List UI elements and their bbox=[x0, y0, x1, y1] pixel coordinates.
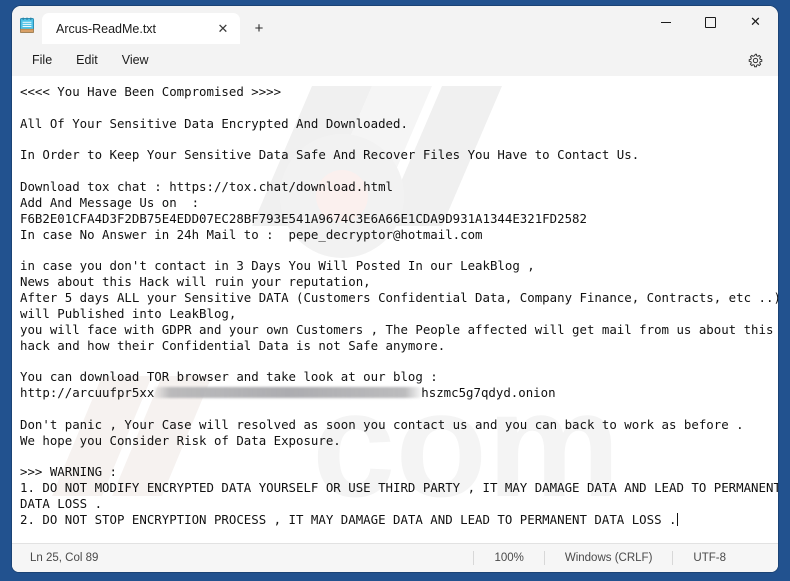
text-line: Don't panic , Your Case will resolved as… bbox=[20, 417, 778, 433]
status-bar: Ln 25, Col 89 100% Windows (CRLF) UTF-8 bbox=[12, 543, 778, 572]
text-line: in case you don't contact in 3 Days You … bbox=[20, 258, 778, 274]
menu-item-view[interactable]: View bbox=[110, 48, 161, 72]
text-line bbox=[20, 163, 778, 179]
notepad-icon bbox=[12, 6, 42, 44]
text-line: We hope you Consider Risk of Data Exposu… bbox=[20, 433, 778, 449]
editor-area[interactable]: com <<<< You Have Been Compromised >>>> … bbox=[12, 76, 778, 543]
menu-item-edit[interactable]: Edit bbox=[64, 48, 110, 72]
onion-url-suffix: hszmc5g7qdyd.onion bbox=[421, 385, 555, 400]
text-line: 1. DO NOT MODIFY ENCRYPTED DATA YOURSELF… bbox=[20, 480, 778, 496]
text-line bbox=[20, 100, 778, 116]
text-line: DATA LOSS . bbox=[20, 496, 778, 512]
text-line: http://arcuufpr5xx hszmc5g7qdyd.onion bbox=[20, 385, 778, 401]
document-text[interactable]: <<<< You Have Been Compromised >>>> All … bbox=[12, 76, 778, 543]
text-line: 2. DO NOT STOP ENCRYPTION PROCESS , IT M… bbox=[20, 512, 778, 528]
window-controls: ✕ bbox=[643, 6, 778, 39]
title-bar: Arcus-ReadMe.txt ✕ + ✕ bbox=[12, 6, 778, 44]
text-line: In case No Answer in 24h Mail to : pepe_… bbox=[20, 227, 778, 243]
close-window-button[interactable]: ✕ bbox=[733, 6, 778, 39]
text-line: News about this Hack will ruin your repu… bbox=[20, 274, 778, 290]
text-line: F6B2E01CFA4D3F2DB75E4EDD07EC28BF793E541A… bbox=[20, 211, 778, 227]
notepad-window: Arcus-ReadMe.txt ✕ + ✕ File Edit View bbox=[12, 6, 778, 572]
menu-item-file[interactable]: File bbox=[20, 48, 64, 72]
tab-arcus-readme[interactable]: Arcus-ReadMe.txt ✕ bbox=[42, 13, 240, 44]
status-zoom[interactable]: 100% bbox=[473, 551, 543, 565]
text-line: Add And Message Us on : bbox=[20, 195, 778, 211]
text-line: In Order to Keep Your Sensitive Data Saf… bbox=[20, 147, 778, 163]
text-line: All Of Your Sensitive Data Encrypted And… bbox=[20, 116, 778, 132]
status-encoding[interactable]: UTF-8 bbox=[672, 551, 778, 565]
text-line: >>> WARNING : bbox=[20, 464, 778, 480]
text-line: hack and how their Confidential Data is … bbox=[20, 338, 778, 354]
status-cursor-position: Ln 25, Col 89 bbox=[12, 552, 98, 564]
gear-icon[interactable] bbox=[742, 48, 768, 72]
desktop-background: Arcus-ReadMe.txt ✕ + ✕ File Edit View bbox=[0, 0, 790, 581]
redacted-block bbox=[154, 387, 421, 398]
close-tab-icon[interactable]: ✕ bbox=[212, 18, 234, 40]
onion-url-prefix: http://arcuufpr5xx bbox=[20, 385, 154, 400]
text-line: you will face with GDPR and your own Cus… bbox=[20, 322, 778, 338]
tab-title: Arcus-ReadMe.txt bbox=[56, 22, 212, 36]
text-line: Download tox chat : https://tox.chat/dow… bbox=[20, 179, 778, 195]
text-line bbox=[20, 132, 778, 148]
minimize-button[interactable] bbox=[643, 6, 688, 39]
text-line bbox=[20, 353, 778, 369]
text-line: will Published into LeakBlog, bbox=[20, 306, 778, 322]
status-right-group: 100% Windows (CRLF) UTF-8 bbox=[473, 544, 778, 572]
maximize-button[interactable] bbox=[688, 6, 733, 39]
text-caret bbox=[677, 513, 678, 526]
text-line bbox=[20, 448, 778, 464]
text-line: After 5 days ALL your Sensitive DATA (Cu… bbox=[20, 290, 778, 306]
text-line bbox=[20, 242, 778, 258]
text-line: You can download TOR browser and take lo… bbox=[20, 369, 778, 385]
menu-bar: File Edit View bbox=[12, 44, 778, 76]
text-line bbox=[20, 401, 778, 417]
new-tab-button[interactable]: + bbox=[244, 13, 274, 44]
text-line: <<<< You Have Been Compromised >>>> bbox=[20, 84, 778, 100]
status-line-ending[interactable]: Windows (CRLF) bbox=[544, 551, 673, 565]
